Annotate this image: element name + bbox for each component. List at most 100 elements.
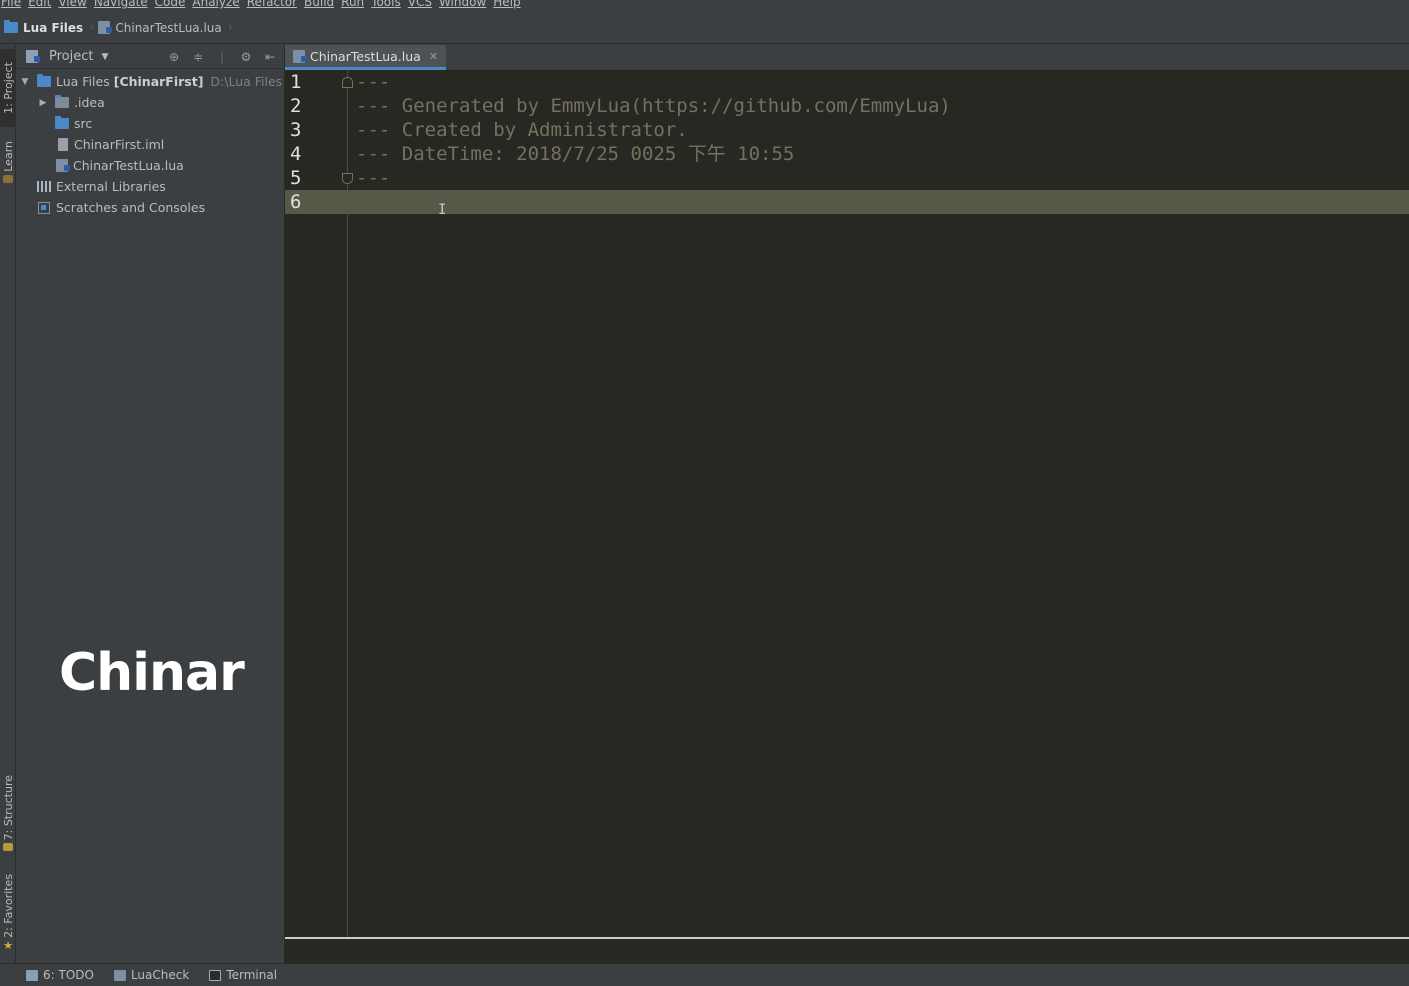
line-number: 6 [290,191,302,213]
menu-item-analyze[interactable]: Analyze [191,0,245,9]
menu-item-help[interactable]: Help [492,0,526,9]
code-editor[interactable]: 1 --- 2 --- Generated by EmmyLua(https:/… [285,70,1409,937]
luacheck-icon [113,969,126,981]
breadcrumb-project[interactable]: Lua Files [4,18,95,38]
todo-tool-button[interactable]: 6: TODO [26,968,94,982]
tree-item-label: .idea [74,95,105,110]
tool-tab-project-label: 1: Project [1,62,15,114]
tree-item-label: ChinarFirst.iml [74,137,165,152]
breadcrumb-separator-icon: › [227,20,233,35]
luacheck-label: LuaCheck [130,968,190,982]
code-line[interactable]: 4 --- DateTime: 2018/7/25 0025 下午 10:55 [285,142,1409,166]
project-panel-title[interactable]: Project [49,49,93,64]
fold-start-icon[interactable] [342,77,353,88]
toolbar-divider: | [219,49,225,64]
project-panel: Project ▼ ⊕ ≑ | ⚙ ⇤ ▼ Lua Files [ChinarF… [17,45,283,963]
line-number: 2 [290,95,302,117]
line-number: 5 [290,167,302,189]
code-line[interactable]: 5 --- [285,166,1409,190]
line-number: 1 [290,71,302,93]
tree-root-node[interactable]: ▼ Lua Files [ChinarFirst] D:\Lua Files [17,71,283,92]
todo-icon [26,969,38,981]
tool-tab-favorites-label: 2: Favorites [1,873,15,938]
module-folder-icon [37,74,51,87]
locate-icon[interactable]: ⊕ [167,50,181,64]
menu-item-file[interactable]: File [0,0,27,9]
tool-tab-structure[interactable]: 7: Structure [0,771,16,855]
line-number: 4 [290,143,302,165]
collapsed-arrow-icon[interactable]: ▶ [37,98,49,108]
status-bar: 6: TODO LuaCheck Terminal [0,963,1409,986]
menu-item-build[interactable]: Build [303,0,340,9]
gear-icon[interactable]: ⚙ [239,50,253,64]
tree-item-src[interactable]: src [17,113,283,134]
close-icon[interactable]: ✕ [429,50,438,63]
tree-item-label: src [74,116,93,131]
folder-icon [55,95,69,108]
code-text: --- [356,71,391,93]
tool-tab-structure-label: 7: Structure [1,774,15,841]
watermark-text: Chinar [59,643,245,703]
fold-end-icon[interactable] [342,173,353,184]
code-line[interactable]: 1 --- [285,70,1409,94]
line-number: 3 [290,119,302,141]
menu-item-edit[interactable]: Edit [27,0,57,9]
expand-arrow-icon[interactable]: ▼ [19,77,31,87]
root-name: Lua Files [56,74,110,89]
tree-item-label: External Libraries [56,179,166,194]
code-text: --- [356,167,391,189]
menu-bar: File Edit View Navigate Code Analyze Refactor B… [0,0,1409,12]
module-file-icon [58,138,68,151]
hide-panel-icon[interactable]: ⇤ [263,50,277,64]
terminal-tool-button[interactable]: Terminal [209,968,277,982]
star-icon: ★ [3,939,13,953]
tool-tab-favorites[interactable]: 2: Favorites ★ [0,871,16,955]
menu-item-navigate[interactable]: Navigate [93,0,154,9]
tree-item-iml[interactable]: ChinarFirst.iml [17,134,283,155]
code-text: --- DateTime: 2018/7/25 0025 下午 10:55 [356,143,795,165]
menu-item-refactor[interactable]: Refactor [246,0,303,9]
horizontal-scrollbar[interactable] [285,937,1409,963]
project-view-icon [26,50,40,63]
code-line[interactable]: 3 --- Created by Administrator. [285,118,1409,142]
breadcrumb-project-label: Lua Files [23,20,84,35]
lua-file-icon [98,21,113,34]
project-tree: ▼ Lua Files [ChinarFirst] D:\Lua Files ▶… [17,69,283,218]
menu-item-vcs[interactable]: VCS [407,0,438,9]
project-panel-header: Project ▼ ⊕ ≑ | ⚙ ⇤ [17,45,283,69]
tree-item-idea[interactable]: ▶ .idea [17,92,283,113]
lua-file-icon [293,49,307,63]
editor-tab-chinartestlua[interactable]: ChinarTestLua.lua ✕ [285,45,447,70]
editor-area: ChinarTestLua.lua ✕ 1 --- 2 --- Generate… [284,45,1409,963]
editor-tab-label: ChinarTestLua.lua [310,48,421,64]
editor-tab-bar: ChinarTestLua.lua ✕ [285,45,1409,70]
menu-item-tools[interactable]: Tools [370,0,407,9]
library-icon [37,181,51,192]
menu-item-code[interactable]: Code [154,0,192,9]
todo-label: 6: TODO [43,968,94,982]
tool-tab-learn-label: Learn [1,141,15,172]
terminal-label: Terminal [226,968,278,982]
tool-tab-project[interactable]: 1: Project [0,49,16,127]
tree-item-scratches[interactable]: Scratches and Consoles [17,197,283,218]
breadcrumb-file[interactable]: ChinarTestLua.lua [98,18,233,38]
code-line-current[interactable]: 6 [285,190,1409,214]
tree-item-label: Scratches and Consoles [56,200,206,215]
terminal-icon [209,969,222,981]
tree-item-external-libraries[interactable]: External Libraries [17,176,283,197]
left-tool-strip: 1: Project Learn 7: Structure 2: Favorit… [0,45,16,963]
chevron-down-icon[interactable]: ▼ [101,52,108,62]
menu-item-window[interactable]: Window [438,0,492,9]
collapse-all-icon[interactable]: ≑ [191,50,205,64]
tool-tab-learn[interactable]: Learn [0,137,16,187]
luacheck-tool-button[interactable]: LuaCheck [113,968,190,982]
menu-item-view[interactable]: View [57,0,92,9]
tree-item-lua[interactable]: ChinarTestLua.lua [17,155,283,176]
root-module: [ChinarFirst] [113,74,204,89]
code-text: --- Created by Administrator. [356,119,688,141]
code-line[interactable]: 2 --- Generated by EmmyLua(https://githu… [285,94,1409,118]
code-text: --- Generated by EmmyLua(https://github.… [356,95,951,117]
structure-icon [3,843,13,852]
menu-item-run[interactable]: Run [340,0,370,9]
scratches-icon [38,201,50,214]
